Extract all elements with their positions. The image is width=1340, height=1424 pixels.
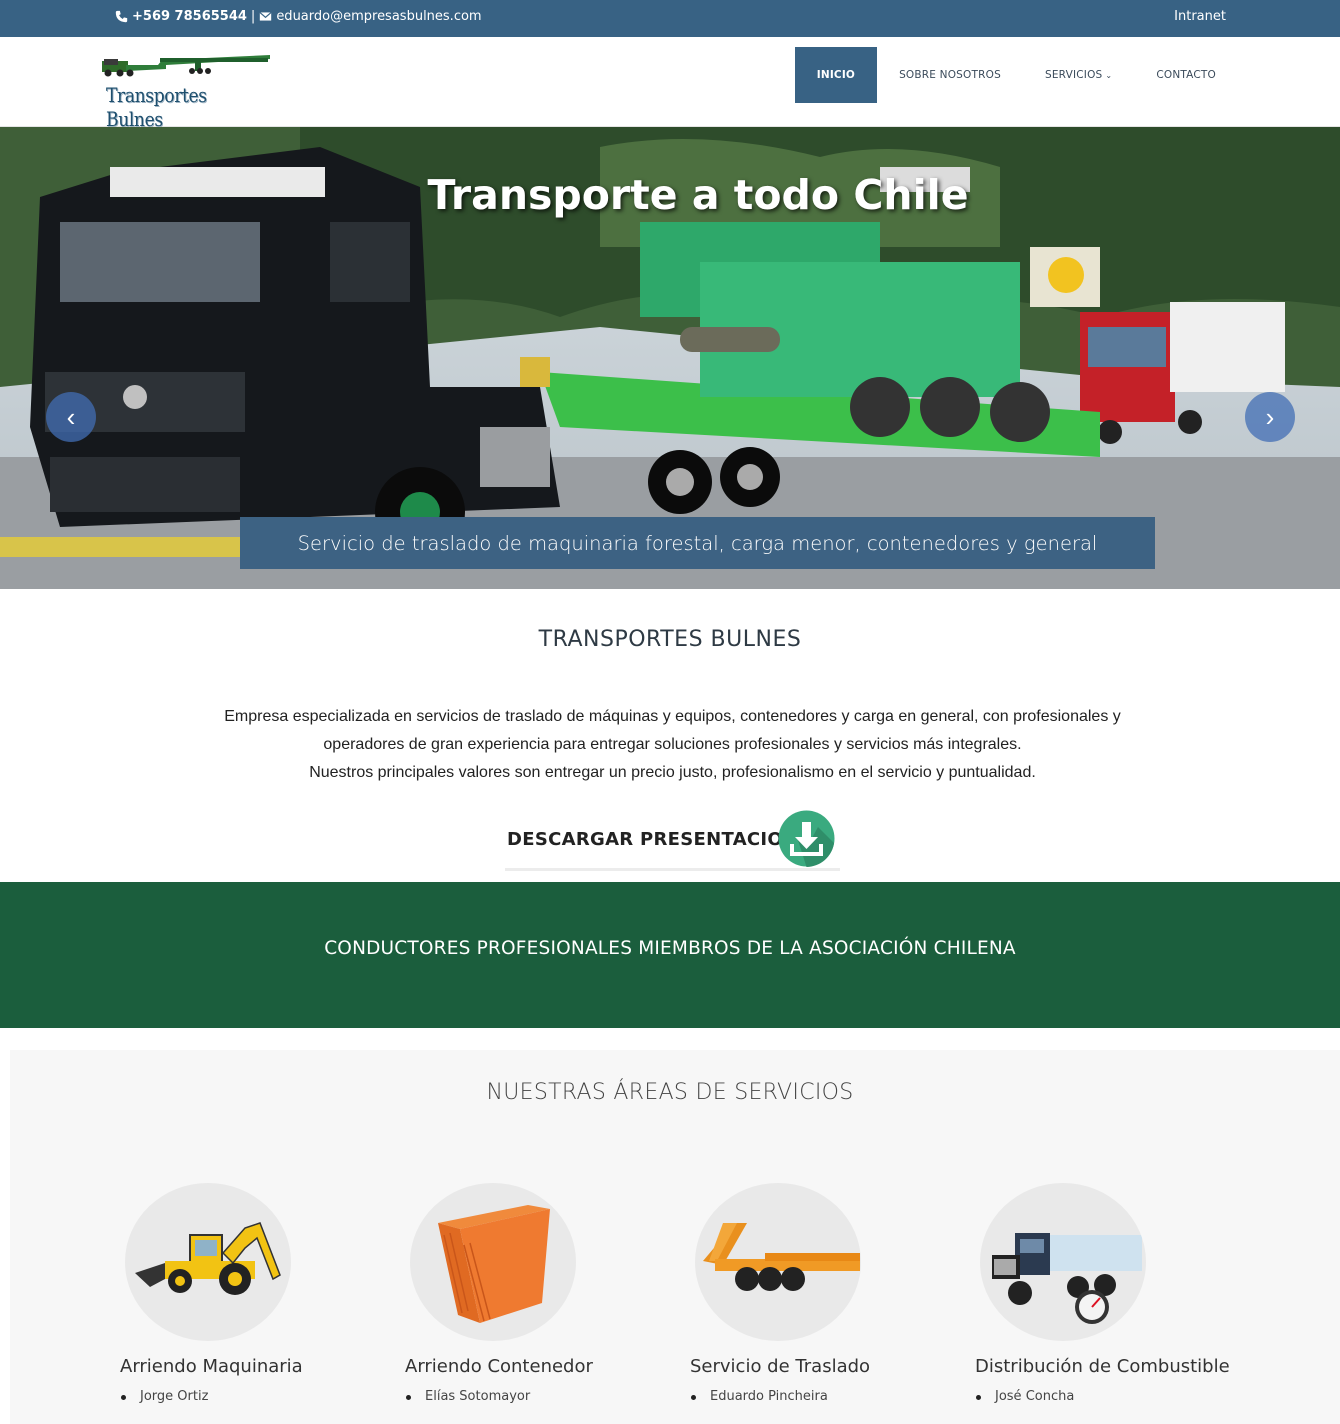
service-contacts: Elías Sotomayor xyxy=(405,1389,530,1404)
download-presentation-button[interactable]: DESCARGAR PRESENTACION xyxy=(505,809,840,871)
backhoe-icon xyxy=(135,1222,281,1295)
service-contacts: Eduardo Pincheira xyxy=(690,1389,828,1404)
drivers-banner: CONDUCTORES PROFESIONALES MIEMBROS DE LA… xyxy=(0,882,1340,1028)
chevron-left-icon: ‹ xyxy=(66,401,76,432)
about-line-2: operadores de gran experiencia para entr… xyxy=(323,736,1022,753)
container-icon xyxy=(438,1205,550,1323)
slider-prev-button[interactable]: ‹ xyxy=(46,392,96,442)
service-name: Distribución de Combustible xyxy=(975,1356,1230,1377)
service-contacts: José Concha xyxy=(975,1389,1074,1404)
service-contacts: Jorge Ortiz xyxy=(120,1389,208,1404)
services-title: NUESTRAS ÁREAS DE SERVICIOS xyxy=(486,1080,854,1105)
service-image xyxy=(980,1183,1146,1341)
service-name: Arriendo Contenedor xyxy=(405,1356,593,1377)
service-contact: Jorge Ortiz xyxy=(120,1389,208,1404)
banner-text: CONDUCTORES PROFESIONALES MIEMBROS DE LA… xyxy=(324,938,1016,959)
service-contact: Elías Sotomayor xyxy=(405,1389,530,1404)
about-line-3: Nuestros principales valores son entrega… xyxy=(309,764,1036,781)
service-card[interactable]: Arriendo Maquinaria Jorge Ortiz xyxy=(120,1183,380,1424)
slider-next-button[interactable]: › xyxy=(1245,392,1295,442)
service-image xyxy=(410,1183,576,1341)
chevron-right-icon: › xyxy=(1265,401,1275,432)
service-card[interactable]: Distribución de Combustible José Concha xyxy=(975,1183,1235,1424)
envelope-icon xyxy=(259,11,272,21)
download-label: DESCARGAR PRESENTACION xyxy=(507,829,799,850)
email-link[interactable]: eduardo@empresasbulnes.com xyxy=(276,9,481,24)
hero-caption: Servicio de traslado de maquinaria fores… xyxy=(240,517,1155,569)
main-nav: INICIO SOBRE NOSOTROS SERVICIOS ⌄ CONTACT… xyxy=(794,47,1238,103)
service-name: Servicio de Traslado xyxy=(690,1356,871,1377)
about-title: TRANSPORTES BULNES xyxy=(538,627,802,652)
hero-title: Transporte a todo Chile xyxy=(427,171,969,219)
chevron-down-icon: ⌄ xyxy=(1105,70,1113,80)
top-bar: +569 78565544 | eduardo@empresasbulnes.c… xyxy=(0,0,1340,37)
phone-icon xyxy=(115,10,128,23)
phone-number[interactable]: +569 78565544 xyxy=(132,9,247,24)
hero-slider: Transporte a todo Chile ‹ › Servicio de … xyxy=(0,127,1340,589)
download-icon xyxy=(778,810,835,867)
logo-text: Transportes Bulnes xyxy=(106,83,207,131)
site-header: Transportes Bulnes INICIO SOBRE NOSOTROS… xyxy=(0,37,1340,131)
nav-item-inicio[interactable]: INICIO xyxy=(794,47,878,103)
nav-item-servicios[interactable]: SERVICIOS ⌄ xyxy=(1023,47,1134,103)
logo[interactable]: Transportes Bulnes xyxy=(100,51,270,131)
nav-item-sobre-nosotros[interactable]: SOBRE NOSOTROS xyxy=(877,47,1023,103)
service-card[interactable]: Arriendo Contenedor Elías Sotomayor xyxy=(405,1183,665,1424)
intranet-link[interactable]: Intranet xyxy=(1174,9,1226,24)
nav-item-servicios-label: SERVICIOS xyxy=(1044,69,1103,81)
service-image xyxy=(695,1183,861,1341)
about-line-1: Empresa especializada en servicios de tr… xyxy=(224,708,1121,725)
truck-logo-icon xyxy=(102,55,270,77)
service-contact: Eduardo Pincheira xyxy=(690,1389,828,1404)
about-description: Empresa especializada en servicios de tr… xyxy=(200,703,1145,787)
service-image xyxy=(125,1183,291,1341)
lowboy-trailer-icon xyxy=(703,1223,860,1291)
service-contact: José Concha xyxy=(975,1389,1074,1404)
separator: | xyxy=(250,9,256,24)
service-name: Arriendo Maquinaria xyxy=(120,1356,303,1377)
fuel-truck-icon xyxy=(992,1233,1142,1324)
nav-item-contacto[interactable]: CONTACTO xyxy=(1134,47,1238,103)
contact-info: +569 78565544 | eduardo@empresasbulnes.c… xyxy=(115,9,482,24)
service-card[interactable]: Servicio de Traslado Eduardo Pincheira xyxy=(690,1183,950,1424)
